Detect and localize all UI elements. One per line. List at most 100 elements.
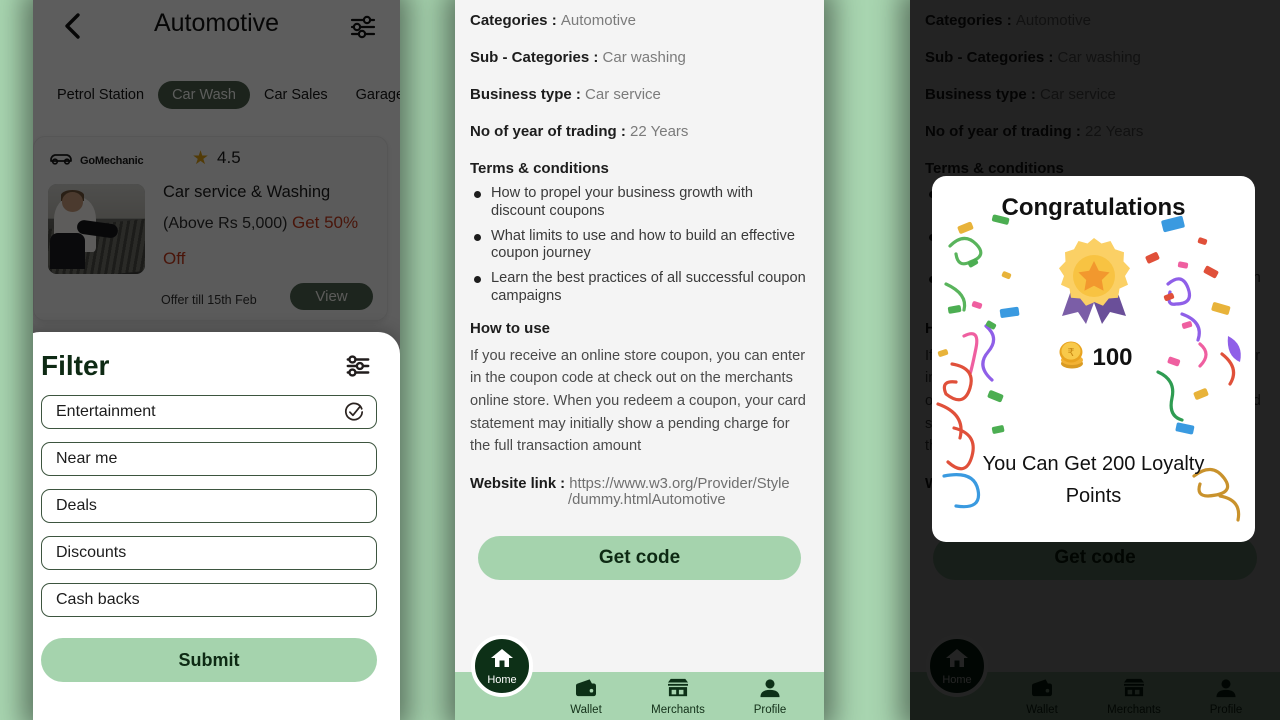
how-to-use-title: How to use	[470, 319, 551, 337]
offer-subtitle: (Above Rs 5,000) Get 50%	[163, 213, 358, 233]
offer-thumbnail	[48, 184, 145, 274]
filter-option-label: Near me	[56, 450, 118, 467]
filter-bottom-sheet: Filter Entertainment Near me Deals Disco…	[33, 332, 400, 720]
field-key: Categories :	[470, 12, 557, 29]
offer-discount: Get 50%	[291, 213, 359, 232]
nav-label: Merchants	[651, 704, 705, 716]
brand-name: GoMechanic	[80, 154, 144, 167]
person-icon	[1214, 679, 1238, 702]
nav-label: Home	[487, 673, 517, 686]
offer-title: Car service & Washing	[163, 183, 331, 201]
field-sub-categories: Sub - Categories : Car washing	[470, 49, 809, 66]
filter-option-label: Discounts	[56, 544, 127, 561]
detail-body: Categories : Automotive Sub - Categories…	[455, 0, 824, 508]
screenshot-stage: Automotive Petrol Station Car Wash Car S…	[0, 0, 1280, 720]
person-icon	[758, 679, 782, 702]
terms-title: Terms & conditions	[925, 160, 1064, 177]
nav-label: Merchants	[1107, 704, 1161, 716]
website-url-line1[interactable]: https://www.w3.org/Provider/Style	[569, 476, 789, 492]
filter-option-label: Deals	[56, 497, 97, 514]
field-key: Sub - Categories :	[925, 49, 1054, 66]
field-key: Sub - Categories :	[470, 49, 599, 66]
field-business-type: Business type : Car service	[470, 86, 809, 103]
nav-item-profile[interactable]: Profile	[724, 672, 816, 716]
filter-sliders-icon[interactable]	[348, 13, 378, 41]
field-key: No of year of trading :	[925, 123, 1081, 140]
website-link-row: Website link : https://www.w3.org/Provid…	[470, 476, 809, 508]
wallet-icon	[1030, 679, 1054, 702]
dialog-title: Congratulations	[1001, 194, 1186, 221]
nav-item-profile[interactable]: Profile	[1180, 672, 1272, 716]
field-value: Car service	[585, 86, 661, 103]
field-key: Categories :	[925, 12, 1012, 29]
store-icon	[1122, 678, 1146, 702]
field-categories: Categories : Automotive	[470, 12, 809, 29]
offer-validity: Offer till 15th Feb	[161, 293, 257, 307]
field-categories: Categories : Automotive	[925, 12, 1265, 29]
filter-option-near-me[interactable]: Near me	[41, 442, 377, 476]
how-to-use-body: If you receive an online store coupon, y…	[470, 347, 806, 455]
filter-option-discounts[interactable]: Discounts	[41, 536, 377, 570]
tab-car-sales[interactable]: Car Sales	[250, 81, 342, 109]
field-years-trading: No of year of trading : 22 Years	[925, 123, 1265, 140]
nav-item-wallet[interactable]: Wallet	[996, 672, 1088, 716]
tab-garages[interactable]: Garages	[342, 81, 400, 109]
nav-item-merchants[interactable]: Merchants	[632, 672, 724, 716]
field-business-type: Business type : Car service	[925, 86, 1265, 103]
field-key: Business type :	[470, 86, 581, 103]
car-icon	[48, 151, 74, 170]
coin-amount-row: ₹ 100	[1054, 338, 1133, 377]
home-icon	[944, 647, 970, 674]
nav-label: Wallet	[570, 704, 602, 716]
filter-option-cash-backs[interactable]: Cash backs	[41, 583, 377, 617]
filter-sliders-icon[interactable]	[344, 353, 372, 379]
nav-item-home[interactable]: Home	[471, 635, 533, 697]
offer-card[interactable]: GoMechanic ★ 4.5 Car service & Washing (…	[33, 136, 388, 321]
dialog-message: You Can Get 200 Loyalty Points	[982, 453, 1205, 507]
category-tabs[interactable]: Petrol Station Car Wash Car Sales Garage…	[33, 80, 400, 110]
field-key: Business type :	[925, 86, 1036, 103]
field-value: Car washing	[602, 49, 686, 66]
rupee-coin-icon: ₹	[1054, 338, 1088, 377]
coin-amount: 100	[1092, 343, 1133, 371]
view-button[interactable]: View	[290, 283, 373, 310]
offer-amount-condition: (Above Rs 5,000)	[163, 215, 288, 232]
nav-item-wallet[interactable]: Wallet	[540, 672, 632, 716]
filter-option-label: Entertainment	[56, 403, 156, 420]
brand-row: GoMechanic	[48, 151, 144, 170]
nav-item-merchants[interactable]: Merchants	[1088, 672, 1180, 716]
check-circle-icon[interactable]	[344, 402, 364, 422]
rating-value: 4.5	[217, 148, 241, 167]
home-icon	[489, 647, 515, 674]
filter-option-deals[interactable]: Deals	[41, 489, 377, 523]
filter-title: Filter	[41, 350, 110, 381]
nav-label: Wallet	[1026, 704, 1058, 716]
congratulations-dialog: Congratulations ₹ 100 You Can Get 200 Lo…	[932, 176, 1255, 542]
website-link-label: Website link :	[470, 475, 566, 492]
rating: ★ 4.5	[192, 148, 241, 168]
terms-title: Terms & conditions	[470, 160, 609, 177]
list-item: Learn the best practices of all successf…	[470, 270, 809, 306]
tab-car-wash[interactable]: Car Wash	[158, 81, 250, 109]
svg-text:₹: ₹	[1067, 347, 1074, 359]
field-sub-categories: Sub - Categories : Car washing	[925, 49, 1265, 66]
award-medal-icon	[1044, 234, 1144, 326]
nav-item-home[interactable]: Home	[926, 635, 988, 697]
field-years-trading: No of year of trading : 22 Years	[470, 123, 809, 140]
tab-petrol-station[interactable]: Petrol Station	[43, 81, 158, 109]
get-code-button[interactable]: Get code	[478, 535, 801, 580]
get-code-button[interactable]: Get code	[933, 535, 1257, 580]
website-url-line2[interactable]: /dummy.htmlAutomotive	[568, 492, 809, 508]
panel-category-listing: Automotive Petrol Station Car Wash Car S…	[33, 0, 400, 720]
star-icon: ★	[192, 147, 210, 169]
field-value: 22 Years	[630, 123, 689, 140]
nav-label: Profile	[1209, 704, 1243, 716]
panel-congratulations: Categories : Automotive Sub - Categories…	[910, 0, 1280, 720]
filter-option-entertainment[interactable]: Entertainment	[41, 395, 377, 429]
submit-button[interactable]: Submit	[41, 638, 377, 682]
field-value: Car service	[1040, 86, 1116, 103]
list-item: How to propel your business growth with …	[470, 185, 809, 221]
field-value: Automotive	[1015, 12, 1091, 29]
list-item: What limits to use and how to build an e…	[470, 228, 809, 264]
field-key: No of year of trading :	[470, 123, 626, 140]
